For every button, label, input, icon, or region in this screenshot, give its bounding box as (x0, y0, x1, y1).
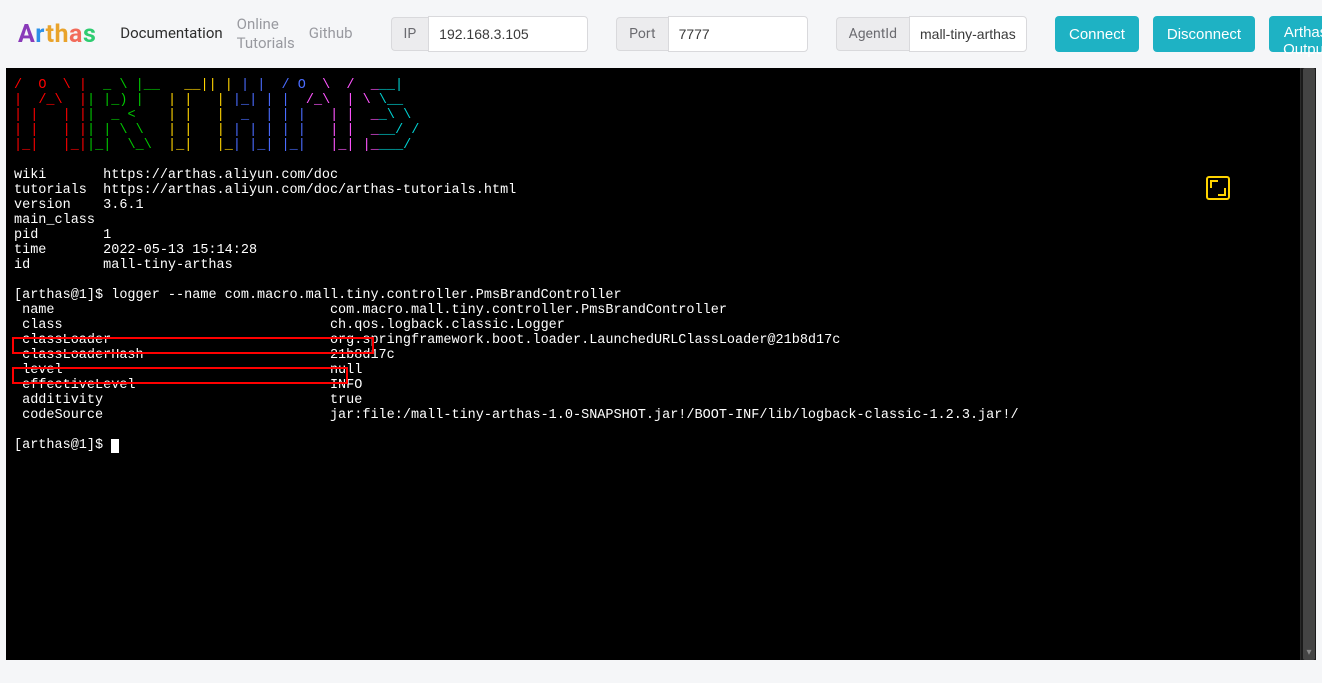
ip-field-group: IP (391, 16, 589, 52)
agentid-label: AgentId (836, 17, 909, 51)
scroll-down-arrow[interactable]: ▾ (1303, 646, 1315, 660)
nav-online-tutorials[interactable]: Online Tutorials (237, 15, 295, 54)
terminal-output: / O \ | _ \ |__ __|| | | | / O \ / ___||… (6, 68, 1316, 463)
port-field-group: Port (616, 16, 807, 52)
nav-github[interactable]: Github (309, 24, 353, 44)
terminal-scrollbar[interactable]: ▴ ▾ (1300, 68, 1316, 660)
arthas-output-button[interactable]: Arthas Output (1269, 16, 1322, 52)
port-input[interactable] (668, 16, 808, 52)
terminal-panel[interactable]: / O \ | _ \ |__ __|| | | | / O \ / ___||… (6, 68, 1316, 660)
connect-button[interactable]: Connect (1055, 16, 1139, 52)
nav-documentation[interactable]: Documentation (120, 24, 222, 44)
port-label: Port (616, 17, 667, 51)
disconnect-button[interactable]: Disconnect (1153, 16, 1255, 52)
fullscreen-icon[interactable] (1206, 176, 1230, 200)
arthas-logo: Arthas (18, 20, 96, 49)
agentid-input[interactable] (909, 16, 1027, 52)
ip-input[interactable] (428, 16, 588, 52)
header-toolbar: Arthas Documentation Online Tutorials Gi… (0, 0, 1322, 68)
agent-field-group: AgentId (836, 16, 1027, 52)
ip-label: IP (391, 17, 429, 51)
scrollbar-thumb[interactable] (1303, 68, 1315, 660)
